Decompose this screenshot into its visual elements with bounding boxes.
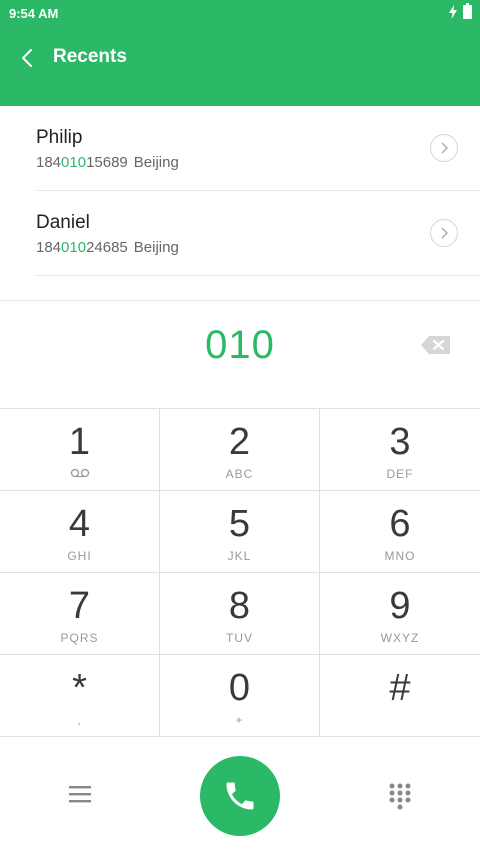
chevron-right-icon <box>441 142 448 154</box>
number-suffix: 24685 <box>86 239 128 256</box>
key-digit: 6 <box>389 503 411 545</box>
key-digit: 5 <box>228 503 251 545</box>
number-prefix: 184 <box>36 154 62 171</box>
voicemail-icon <box>70 468 90 478</box>
key-digit: 9 <box>389 585 411 627</box>
key-letters: PQRS <box>60 631 99 645</box>
key-3[interactable]: 3 DEF <box>320 409 480 491</box>
chevron-left-icon[interactable] <box>18 46 38 70</box>
key-letters: DEF <box>386 467 414 481</box>
key-digit: 8 <box>228 585 251 627</box>
divider <box>36 275 480 276</box>
key-letters: + <box>235 713 244 727</box>
phone-icon <box>226 782 254 810</box>
key-4[interactable]: 4 GHI <box>0 491 160 573</box>
key-star[interactable]: * , <box>0 655 160 737</box>
key-letters: , <box>77 713 82 727</box>
number-match: 010 <box>61 239 87 256</box>
dialed-number: 010 <box>205 323 275 367</box>
chevron-right-icon <box>441 227 448 239</box>
key-digit: 7 <box>68 585 91 627</box>
contact-info-button[interactable] <box>430 134 458 162</box>
number-prefix: 184 <box>36 239 62 256</box>
contact-info-button[interactable] <box>430 219 458 247</box>
status-icons <box>449 3 472 19</box>
list-item[interactable]: Daniel 18401024685 Beijing <box>0 191 480 276</box>
key-9[interactable]: 9 WXYZ <box>320 573 480 655</box>
contact-name: Philip <box>36 127 83 148</box>
number-suffix: 15689 <box>86 154 128 171</box>
key-digit: 2 <box>228 421 251 463</box>
list-item[interactable]: Philip 18401015689 Beijing <box>0 106 480 191</box>
contact-number: 18401024685 Beijing <box>36 239 179 256</box>
key-digit: 0 <box>228 667 251 709</box>
key-2[interactable]: 2 ABC <box>160 409 320 491</box>
number-match: 010 <box>61 154 87 171</box>
bottom-bar <box>0 739 480 853</box>
key-digit: 1 <box>68 421 91 463</box>
status-bar: 9:54 AM <box>0 0 480 28</box>
key-letters: GHI <box>67 549 92 563</box>
key-letters: MNO <box>384 549 416 563</box>
status-time: 9:54 AM <box>9 6 59 21</box>
app-bar: Recents <box>0 28 480 106</box>
key-letters: JKL <box>227 549 252 563</box>
key-letters: TUV <box>226 631 253 645</box>
key-letters: WXYZ <box>380 631 420 645</box>
key-hash[interactable]: # <box>320 655 480 737</box>
key-digit: 3 <box>389 421 411 463</box>
key-digit: 4 <box>68 503 91 545</box>
contact-number: 18401015689 Beijing <box>36 154 179 171</box>
keypad: 1 2 ABC 3 DEF 4 GHI 5 JKL 6 MNO 7 PQRS 8… <box>0 408 480 740</box>
key-8[interactable]: 8 TUV <box>160 573 320 655</box>
menu-icon[interactable] <box>68 783 92 805</box>
key-digit: # <box>389 667 411 709</box>
dial-display: 010 <box>0 300 480 408</box>
backspace-icon[interactable] <box>420 334 452 356</box>
page-title: Recents <box>53 46 127 67</box>
key-7[interactable]: 7 PQRS <box>0 573 160 655</box>
dialpad-icon[interactable] <box>388 782 412 810</box>
key-0[interactable]: 0 + <box>160 655 320 737</box>
contact-name: Daniel <box>36 212 90 233</box>
battery-icon <box>463 3 472 19</box>
call-button[interactable] <box>200 756 280 836</box>
charging-icon <box>449 5 457 19</box>
key-5[interactable]: 5 JKL <box>160 491 320 573</box>
contact-location: Beijing <box>133 154 179 171</box>
recents-list: Philip 18401015689 Beijing Daniel 1840102… <box>0 106 480 300</box>
key-6[interactable]: 6 MNO <box>320 491 480 573</box>
contact-location: Beijing <box>133 239 179 256</box>
key-digit: * <box>72 667 87 709</box>
key-1[interactable]: 1 <box>0 409 160 491</box>
key-letters: ABC <box>225 467 254 481</box>
